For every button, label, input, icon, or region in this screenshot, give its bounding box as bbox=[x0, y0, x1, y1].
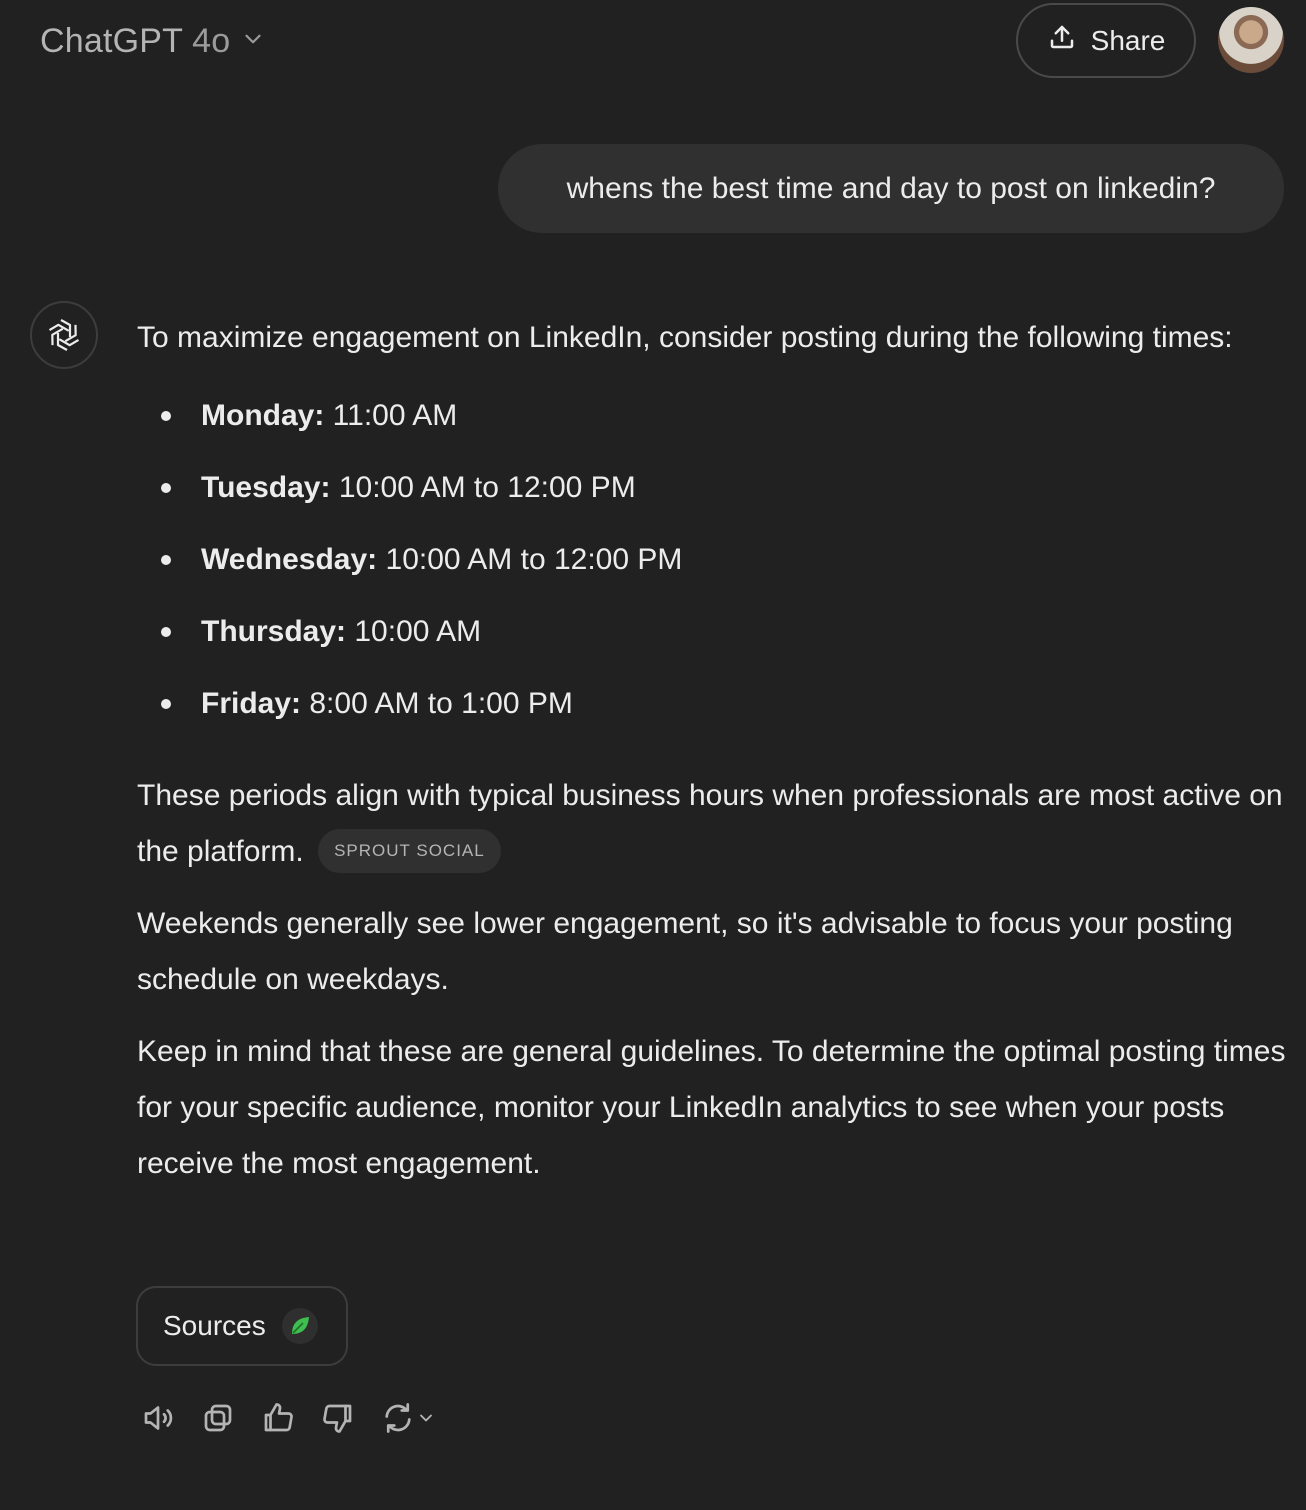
schedule-day: Monday: bbox=[201, 399, 325, 432]
share-label: Share bbox=[1090, 24, 1166, 56]
chevron-down-icon bbox=[240, 26, 266, 57]
bad-response-button[interactable] bbox=[316, 1396, 360, 1444]
schedule-day: Friday: bbox=[201, 687, 302, 720]
sources-label: Sources bbox=[163, 1310, 266, 1341]
model-version: 4o bbox=[192, 21, 231, 60]
schedule-list: Monday: 11:00 AM Tuesday: 10:00 AM to 12… bbox=[137, 380, 1287, 740]
message-actions bbox=[136, 1396, 440, 1444]
schedule-day: Wednesday: bbox=[201, 543, 378, 576]
sprout-social-leaf-icon bbox=[281, 1308, 318, 1344]
speaker-icon bbox=[140, 1400, 176, 1441]
openai-logo-icon bbox=[30, 301, 98, 369]
citation-chip[interactable]: SPROUT SOCIAL bbox=[318, 829, 501, 874]
paragraph-text: These periods align with typical busines… bbox=[137, 779, 1283, 868]
top-bar: ChatGPT 4o Share bbox=[0, 0, 1306, 84]
answer-paragraph-weekends: Weekends generally see lower engagement,… bbox=[137, 907, 1233, 996]
chevron-down-icon bbox=[416, 1408, 436, 1433]
model-switcher[interactable]: ChatGPT 4o bbox=[28, 16, 278, 66]
list-item: Tuesday: 10:00 AM to 12:00 PM bbox=[137, 452, 1287, 524]
thumbs-up-icon bbox=[260, 1400, 296, 1441]
schedule-time: 8:00 AM to 1:00 PM bbox=[309, 687, 573, 720]
read-aloud-button[interactable] bbox=[136, 1396, 180, 1444]
answer-intro: To maximize engagement on LinkedIn, cons… bbox=[137, 321, 1233, 354]
answer-paragraph-guidelines: Keep in mind that these are general guid… bbox=[137, 1035, 1286, 1180]
regenerate-icon bbox=[380, 1400, 416, 1441]
list-item: Friday: 8:00 AM to 1:00 PM bbox=[137, 668, 1287, 740]
schedule-day: Tuesday: bbox=[201, 471, 331, 504]
user-message-text: whens the best time and day to post on l… bbox=[566, 171, 1216, 205]
schedule-day: Thursday: bbox=[201, 615, 347, 648]
sources-button[interactable]: Sources bbox=[136, 1286, 348, 1366]
regenerate-button[interactable] bbox=[376, 1396, 440, 1444]
list-item: Monday: 11:00 AM bbox=[137, 380, 1287, 452]
model-name: ChatGPT 4o bbox=[40, 22, 230, 61]
upload-icon bbox=[1047, 22, 1077, 59]
schedule-time: 10:00 AM bbox=[354, 615, 482, 648]
model-name-text: ChatGPT bbox=[40, 21, 183, 60]
share-button[interactable]: Share bbox=[1016, 3, 1196, 78]
assistant-message: To maximize engagement on LinkedIn, cons… bbox=[137, 310, 1287, 1192]
list-item: Thursday: 10:00 AM bbox=[137, 596, 1287, 668]
answer-paragraph-business-hours: These periods align with typical busines… bbox=[137, 768, 1287, 880]
schedule-time: 11:00 AM bbox=[332, 399, 458, 432]
schedule-time: 10:00 AM to 12:00 PM bbox=[338, 471, 636, 504]
list-item: Wednesday: 10:00 AM to 12:00 PM bbox=[137, 524, 1287, 596]
user-avatar[interactable] bbox=[1218, 7, 1284, 73]
copy-button[interactable] bbox=[196, 1396, 240, 1444]
user-message-bubble: whens the best time and day to post on l… bbox=[498, 144, 1284, 233]
good-response-button[interactable] bbox=[256, 1396, 300, 1444]
copy-icon bbox=[200, 1400, 236, 1441]
thumbs-down-icon bbox=[320, 1400, 356, 1441]
schedule-time: 10:00 AM to 12:00 PM bbox=[385, 543, 683, 576]
